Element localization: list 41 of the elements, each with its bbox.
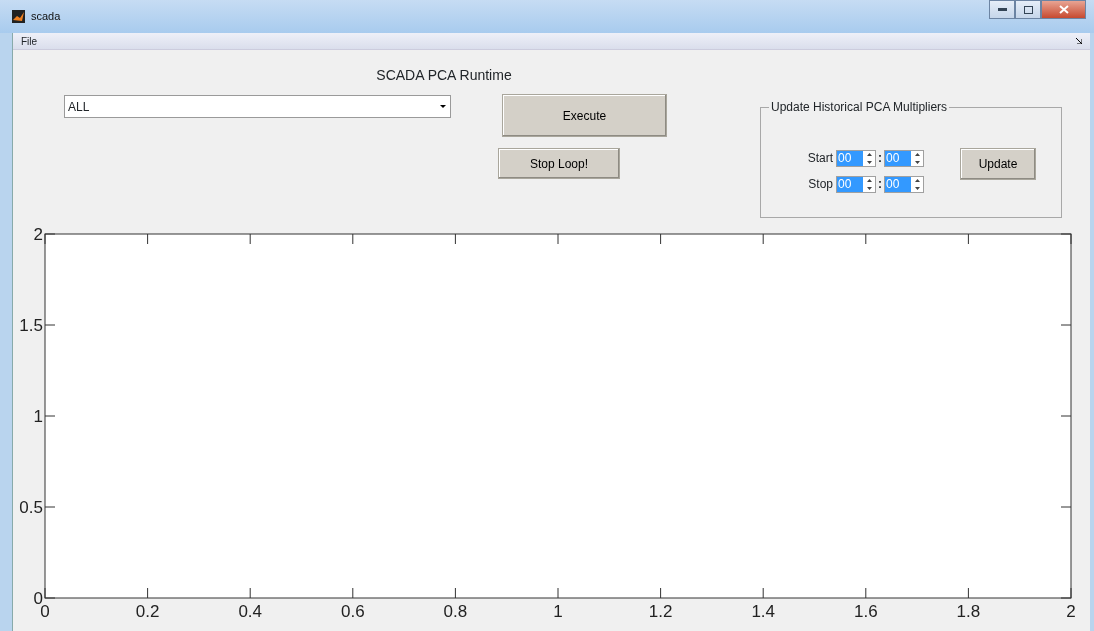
minimize-icon — [997, 8, 1007, 11]
x-tick-label: 0 — [40, 602, 50, 618]
window-title: scada — [31, 9, 61, 25]
time-label: Stop — [807, 176, 833, 193]
spinner-arrows-icon — [914, 152, 920, 164]
maximize-icon — [1023, 5, 1033, 14]
x-tick-label: 1.8 — [956, 602, 981, 618]
x-tick-label: 0.4 — [238, 602, 262, 618]
stop-loop-button[interactable]: Stop Loop! — [498, 148, 620, 179]
x-tick-label: 1.4 — [751, 602, 775, 618]
spinner-arrows-icon — [866, 178, 872, 190]
app-icon — [12, 10, 25, 23]
dropdown[interactable]: ALL — [64, 95, 451, 118]
time-separator: : — [878, 176, 882, 193]
x-tick-label: 0.6 — [341, 602, 365, 618]
spinner-arrows-icon — [914, 178, 920, 190]
y-tick-label: 0.5 — [19, 498, 43, 517]
group-box-title: Update Historical PCA Multipliers — [769, 99, 950, 115]
x-tick-label: 0.8 — [443, 602, 468, 618]
minimize-button[interactable] — [989, 0, 1015, 19]
y-tick-label: 2 — [33, 225, 43, 244]
dropdown-value: ALL — [68, 98, 90, 116]
x-tick-label: 1.2 — [648, 602, 673, 618]
close-button[interactable] — [1041, 0, 1086, 19]
update-button[interactable]: Update — [960, 148, 1036, 180]
y-tick-label: 1.5 — [19, 316, 43, 335]
close-icon — [1058, 5, 1069, 14]
maximize-button[interactable] — [1015, 0, 1041, 19]
execute-button[interactable]: Execute — [502, 94, 667, 137]
x-tick-label: 0.2 — [135, 602, 160, 618]
x-tick-label: 1.6 — [854, 602, 878, 618]
time-label: Start — [806, 150, 833, 167]
x-tick-label: 2 — [1066, 602, 1076, 618]
menu-item[interactable]: File — [21, 33, 38, 49]
chevron-icon[interactable] — [1076, 38, 1082, 44]
spinner-arrows-icon — [866, 152, 872, 164]
x-tick-label: 1 — [553, 602, 563, 618]
dropdown-arrow-icon — [440, 104, 446, 109]
y-tick-label: 1 — [33, 407, 43, 426]
time-separator: : — [878, 150, 882, 167]
app-heading: SCADA PCA Runtime — [375, 66, 513, 84]
